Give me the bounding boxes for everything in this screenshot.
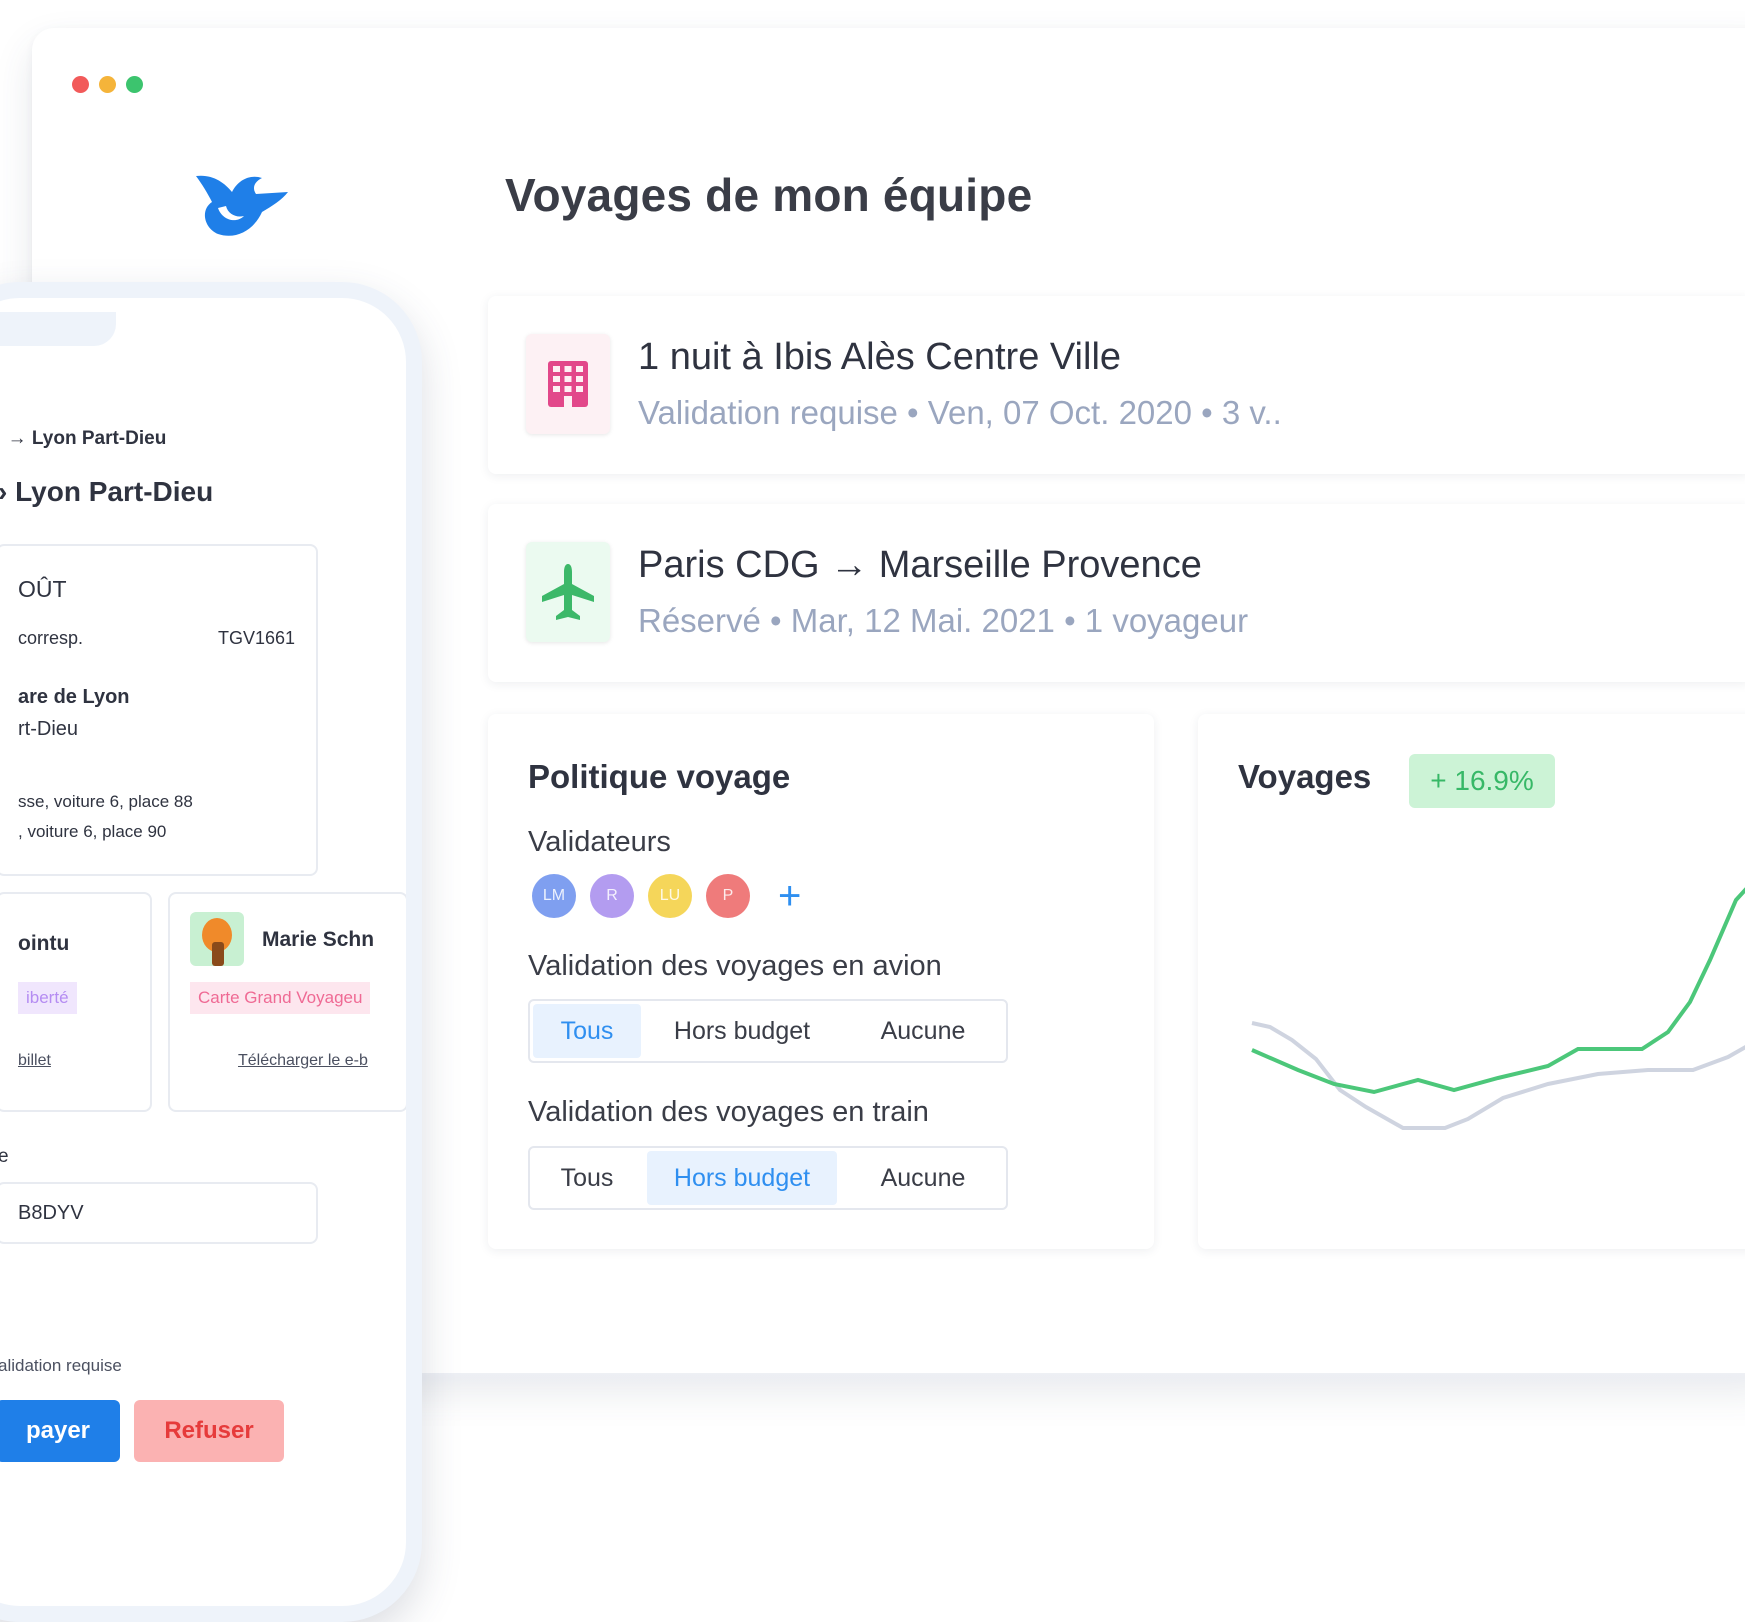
route-title: › Lyon Part-Dieu <box>0 476 213 508</box>
phone-screen: · → Lyon Part-Dieu › Lyon Part-Dieu OÛT … <box>0 298 406 1606</box>
arrival-station: rt-Dieu <box>18 718 79 740</box>
approve-pay-button[interactable]: payer <box>0 1400 120 1462</box>
validators-label: Validateurs <box>528 826 671 858</box>
reference-value: B8DYV <box>18 1202 84 1224</box>
plane-icon <box>526 542 610 642</box>
route-breadcrumb-text: → Lyon Part-Dieu <box>7 428 167 449</box>
download-ticket-link[interactable]: Télécharger le e-b <box>238 1052 368 1070</box>
travel-policy-panel: Politique voyage Validateurs LM R LU P +… <box>488 714 1154 1249</box>
maximize-window-button[interactable] <box>126 76 143 93</box>
page-title: Voyages de mon équipe <box>505 169 1033 221</box>
trip-date: OÛT <box>18 576 67 602</box>
window-controls <box>72 76 143 93</box>
download-ticket-link[interactable]: billet <box>18 1052 51 1070</box>
passenger-card: Marie Schn Carte Grand Voyageu Télécharg… <box>168 892 406 1112</box>
departure-station: are de Lyon <box>18 686 130 708</box>
phone-mockup: · → Lyon Part-Dieu › Lyon Part-Dieu OÛT … <box>0 282 422 1622</box>
seat-info: sse, voiture 6, place 88 <box>18 792 193 811</box>
voyages-trend-chart <box>1251 887 1745 1130</box>
validators-list: LM R LU P + <box>532 874 801 918</box>
connection-info: corresp. <box>18 628 84 648</box>
reference-label: e <box>0 1146 9 1168</box>
avatar[interactable]: LM <box>532 874 576 918</box>
reference-field[interactable]: B8DYV <box>0 1182 318 1244</box>
minimize-window-button[interactable] <box>99 76 116 93</box>
plane-option-tous[interactable]: Tous <box>533 1004 641 1058</box>
route-title-text: Lyon Part-Dieu <box>15 476 214 507</box>
passenger-name: ointu <box>18 932 70 955</box>
plane-validation-selector: Tous Hors budget Aucune <box>528 999 1008 1063</box>
train-validation-label: Validation des voyages en train <box>528 1096 929 1128</box>
trip-title: 1 nuit à Ibis Alès Centre Ville <box>638 336 1122 378</box>
route-breadcrumb: · → Lyon Part-Dieu <box>0 428 166 450</box>
plane-option-aucune[interactable]: Aucune <box>843 1004 1003 1058</box>
window-shadow <box>420 1373 1745 1387</box>
avatar[interactable]: LU <box>648 874 692 918</box>
previous-period-line <box>1251 1021 1745 1130</box>
current-period-line <box>1251 887 1745 1095</box>
plane-validation-label: Validation des voyages en avion <box>528 950 942 982</box>
loyalty-card-badge: iberté <box>18 982 77 1014</box>
trip-title: Paris CDG → Marseille Provence <box>638 544 1202 586</box>
loyalty-card-badge: Carte Grand Voyageu <box>190 982 371 1014</box>
trip-card-flight[interactable]: Paris CDG → Marseille Provence Réservé •… <box>488 504 1745 682</box>
plane-option-hors-budget[interactable]: Hors budget <box>647 1004 837 1058</box>
train-details-card: OÛT corresp. TGV1661 are de Lyon rt-Dieu… <box>0 544 318 876</box>
train-option-hors-budget[interactable]: Hors budget <box>647 1151 837 1205</box>
train-option-aucune[interactable]: Aucune <box>843 1151 1003 1205</box>
avatar[interactable]: R <box>590 874 634 918</box>
add-validator-button[interactable]: + <box>778 876 801 916</box>
train-option-tous[interactable]: Tous <box>533 1151 641 1205</box>
trip-subtitle: Validation requise • Ven, 07 Oct. 2020 •… <box>638 394 1282 431</box>
passenger-name: Marie Schn <box>262 928 375 951</box>
train-validation-selector: Tous Hors budget Aucune <box>528 1146 1008 1210</box>
seat-info: , voiture 6, place 90 <box>18 822 167 841</box>
close-window-button[interactable] <box>72 76 89 93</box>
avatar[interactable]: P <box>706 874 750 918</box>
refuse-button[interactable]: Refuser <box>134 1400 284 1462</box>
bird-logo-icon[interactable] <box>192 168 292 238</box>
avatar <box>190 912 244 966</box>
panel-title: Politique voyage <box>528 758 791 795</box>
validation-status: alidation requise <box>0 1356 122 1375</box>
voyages-chart-panel: Voyages + 16.9% <box>1198 714 1745 1249</box>
train-number: TGV1661 <box>218 628 296 648</box>
building-icon <box>526 334 610 434</box>
trip-card-hotel[interactable]: 1 nuit à Ibis Alès Centre Ville Validati… <box>488 296 1745 474</box>
trip-subtitle: Réservé • Mar, 12 Mai. 2021 • 1 voyageur <box>638 602 1249 639</box>
passenger-card: ointu iberté billet <box>0 892 152 1112</box>
